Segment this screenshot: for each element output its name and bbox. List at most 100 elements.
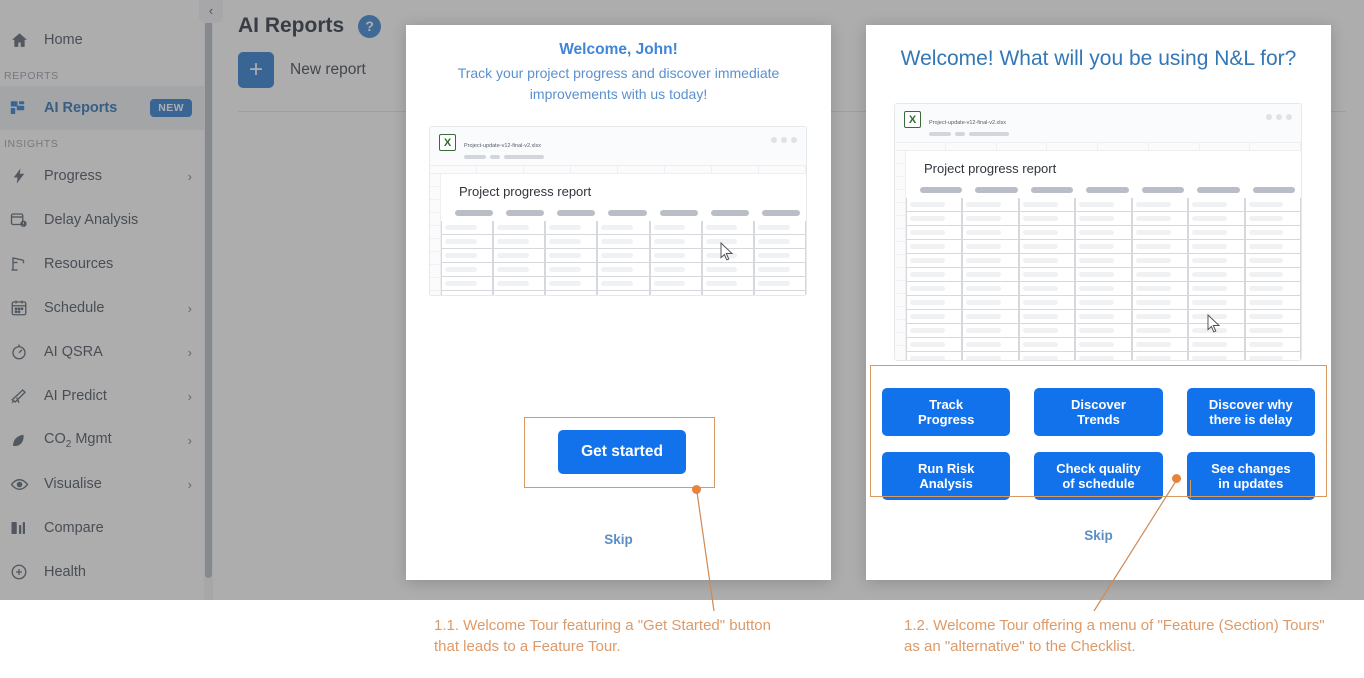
table-cell [1131, 268, 1189, 282]
table-cell [962, 240, 1019, 254]
table-cell [1018, 254, 1076, 268]
table-cell [1244, 212, 1301, 226]
table-row [906, 324, 1301, 338]
table-cell [649, 291, 702, 295]
table-cell [906, 352, 963, 360]
spreadsheet-body: Project progress report [895, 150, 1301, 360]
annotation-highlight-get-started [524, 417, 715, 488]
table-row [906, 338, 1301, 352]
table-cell [1018, 198, 1076, 212]
table-cell [962, 296, 1019, 310]
table-row [906, 310, 1301, 324]
table-cell [1244, 352, 1301, 360]
table-cell [906, 310, 963, 324]
table-cell [1131, 226, 1189, 240]
table-cell [1131, 254, 1189, 268]
table-cell [1018, 310, 1076, 324]
table-cell [1075, 254, 1132, 268]
spreadsheet-row-headers [430, 173, 441, 295]
table-row [441, 291, 806, 295]
spreadsheet-grid [441, 221, 806, 295]
table-row [906, 198, 1301, 212]
table-cell [493, 249, 546, 263]
table-cell [1188, 352, 1245, 360]
table-cell [649, 277, 702, 291]
table-row [906, 352, 1301, 360]
table-cell [441, 221, 494, 235]
table-cell [1075, 310, 1132, 324]
spreadsheet-menubar [464, 155, 544, 159]
annotation-caption-1: 1.1. Welcome Tour featuring a "Get Start… [434, 617, 771, 655]
table-cell [1075, 226, 1132, 240]
dialog1-title: Welcome, John! [559, 41, 678, 58]
table-row [906, 254, 1301, 268]
table-row [906, 282, 1301, 296]
table-cell [1188, 212, 1245, 226]
table-cell [441, 249, 494, 263]
table-cell [1075, 352, 1132, 360]
spreadsheet-header-chips [441, 208, 806, 222]
table-row [906, 226, 1301, 240]
table-cell [962, 352, 1019, 360]
spreadsheet-column-headers [430, 164, 806, 174]
screenshot-root: Home REPORTS AI Reports NEW INSIGHTS Pro… [0, 0, 1364, 678]
table-cell [441, 263, 494, 277]
table-cell [545, 249, 598, 263]
table-cell [545, 235, 598, 249]
table-cell [1188, 240, 1245, 254]
skip-link-1[interactable]: Skip [406, 532, 831, 547]
window-controls [771, 134, 797, 143]
spreadsheet-column-headers [895, 141, 1301, 151]
table-cell [962, 254, 1019, 268]
table-cell [441, 291, 494, 295]
table-cell [1244, 254, 1301, 268]
table-cell [962, 338, 1019, 352]
table-cell [753, 263, 806, 277]
welcome-tour-dialog-1: Welcome, John! Track your project progre… [406, 25, 831, 580]
table-cell [1131, 338, 1189, 352]
table-cell [1244, 324, 1301, 338]
table-cell [493, 235, 546, 249]
table-cell [493, 277, 546, 291]
table-cell [1131, 240, 1189, 254]
annotation-highlight-options [870, 365, 1327, 497]
table-cell [649, 263, 702, 277]
spreadsheet-titlebar: X Project-update-v12-final-v2.xlsx [895, 104, 1301, 142]
table-cell [1188, 198, 1245, 212]
table-cell [597, 277, 650, 291]
table-cell [597, 291, 650, 295]
table-cell [1075, 268, 1132, 282]
excel-icon: X [904, 111, 921, 128]
table-cell [1018, 240, 1076, 254]
table-cell [1244, 226, 1301, 240]
annotation-dot-1 [692, 485, 701, 494]
table-row [906, 240, 1301, 254]
table-cell [701, 291, 754, 295]
table-cell [906, 324, 963, 338]
table-cell [1131, 324, 1189, 338]
welcome-tour-dialog-2: Welcome! What will you be using N&L for?… [866, 25, 1331, 580]
table-cell [753, 277, 806, 291]
spreadsheet-preview: X Project-update-v12-final-v2.xlsx Proje… [429, 126, 807, 296]
spreadsheet-grid [906, 198, 1301, 360]
table-cell [1018, 282, 1076, 296]
table-cell [701, 221, 754, 235]
table-cell [1075, 240, 1132, 254]
table-cell [962, 324, 1019, 338]
table-row [441, 263, 806, 277]
table-cell [906, 282, 963, 296]
table-row [441, 249, 806, 263]
table-cell [962, 198, 1019, 212]
table-cell [1188, 282, 1245, 296]
table-cell [906, 212, 963, 226]
table-cell [906, 338, 963, 352]
table-cell [1244, 282, 1301, 296]
spreadsheet-heading: Project progress report [459, 183, 592, 199]
annotation-dot-2 [1172, 474, 1181, 483]
skip-link-2[interactable]: Skip [866, 528, 1331, 543]
spreadsheet-preview: X Project-update-v12-final-v2.xlsx Proje… [894, 103, 1302, 361]
spreadsheet-heading: Project progress report [924, 160, 1057, 176]
table-cell [1244, 240, 1301, 254]
dialog2-title: Welcome! What will you be using N&L for? [900, 47, 1297, 70]
table-cell [1244, 310, 1301, 324]
